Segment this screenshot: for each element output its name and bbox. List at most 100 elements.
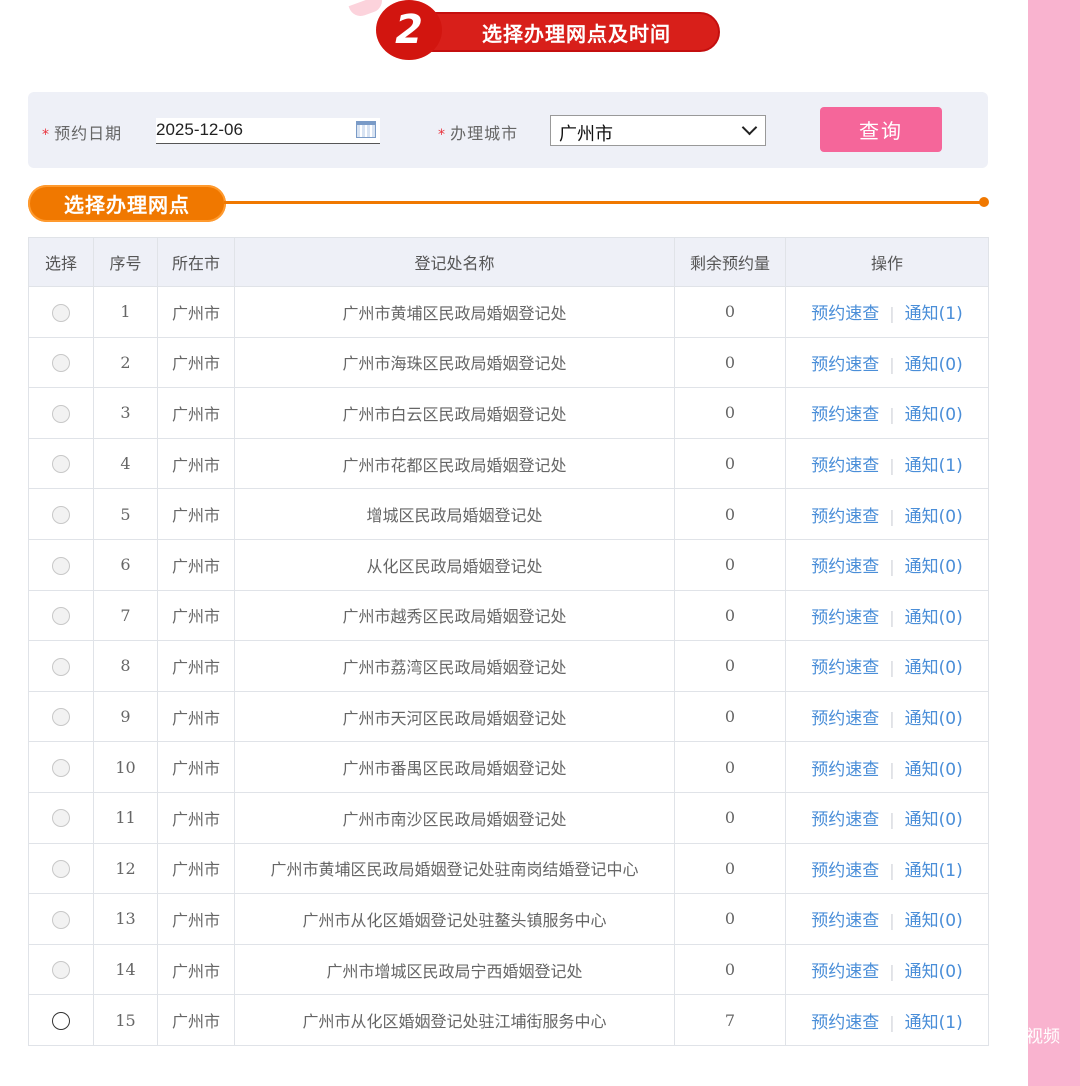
notice-link[interactable]: 通知(0) <box>905 405 963 425</box>
row-number: 3 <box>93 387 158 439</box>
quick-query-link[interactable]: 预约速查 <box>811 507 879 527</box>
row-office-name: 广州市南沙区民政局婚姻登记处 <box>234 791 675 844</box>
action-separator: | <box>889 911 895 931</box>
row-radio[interactable] <box>52 505 70 524</box>
row-number: 11 <box>93 791 158 844</box>
row-radio[interactable] <box>52 556 70 575</box>
row-radio[interactable] <box>52 910 70 929</box>
row-remaining: 0 <box>674 690 786 743</box>
section-divider-dot <box>979 197 989 207</box>
notice-link[interactable]: 通知(1) <box>905 456 963 476</box>
row-radio[interactable] <box>52 961 70 980</box>
quick-query-link[interactable]: 预约速查 <box>811 304 879 324</box>
row-number: 8 <box>93 640 158 692</box>
row-select-cell[interactable] <box>28 437 94 490</box>
row-select-cell[interactable] <box>28 387 94 439</box>
date-input[interactable] <box>156 118 346 142</box>
notice-link[interactable]: 通知(0) <box>905 810 963 830</box>
notice-link[interactable]: 通知(1) <box>905 1013 963 1033</box>
row-radio[interactable] <box>52 404 70 423</box>
notice-link[interactable]: 通知(0) <box>905 962 963 982</box>
row-select-cell[interactable] <box>28 994 94 1046</box>
notice-link[interactable]: 通知(0) <box>905 355 963 375</box>
quick-query-link[interactable]: 预约速查 <box>811 810 879 830</box>
row-select-cell[interactable] <box>28 741 94 793</box>
row-city: 广州市 <box>157 589 235 642</box>
notice-link[interactable]: 通知(0) <box>905 760 963 780</box>
row-remaining: 0 <box>674 336 786 389</box>
action-separator: | <box>889 607 895 627</box>
quick-query-link[interactable]: 预约速查 <box>811 1013 879 1033</box>
row-select-cell[interactable] <box>28 336 94 389</box>
row-number: 12 <box>93 842 158 895</box>
table-row: 13 广州市 广州市从化区婚姻登记处驻鳌头镇服务中心 0 预约速查 | 通知(0) <box>28 893 989 945</box>
row-radio[interactable] <box>52 607 70 626</box>
quick-query-link[interactable]: 预约速查 <box>811 911 879 931</box>
step-title: 选择办理网点及时间 <box>482 22 671 46</box>
notice-link[interactable]: 通知(0) <box>905 507 963 527</box>
city-select[interactable]: 广州市 <box>550 115 766 146</box>
section-header: 选择办理网点 <box>28 185 226 222</box>
quick-query-link[interactable]: 预约速查 <box>811 709 879 729</box>
row-city: 广州市 <box>157 640 235 692</box>
notice-link[interactable]: 通知(0) <box>905 709 963 729</box>
quick-query-link[interactable]: 预约速查 <box>811 658 879 678</box>
row-select-cell[interactable] <box>28 488 94 540</box>
row-radio[interactable] <box>52 303 70 322</box>
table-row: 2 广州市 广州市海珠区民政局婚姻登记处 0 预约速查 | 通知(0) <box>28 336 989 389</box>
row-actions: 预约速查 | 通知(0) <box>785 791 989 844</box>
row-select-cell[interactable] <box>28 791 94 844</box>
row-radio[interactable] <box>52 708 70 727</box>
row-select-cell[interactable] <box>28 893 94 945</box>
row-number: 15 <box>93 994 158 1046</box>
section-title: 选择办理网点 <box>64 193 190 217</box>
step-number-badge: 2 <box>376 0 442 60</box>
row-remaining: 0 <box>674 488 786 540</box>
quick-query-link[interactable]: 预约速查 <box>811 557 879 577</box>
quick-query-link[interactable]: 预约速查 <box>811 355 879 375</box>
header-actions: 操作 <box>785 237 989 287</box>
row-select-cell[interactable] <box>28 943 94 996</box>
table-row: 7 广州市 广州市越秀区民政局婚姻登记处 0 预约速查 | 通知(0) <box>28 589 989 642</box>
quick-query-link[interactable]: 预约速查 <box>811 456 879 476</box>
notice-link[interactable]: 通知(0) <box>905 608 963 628</box>
chevron-down-icon <box>741 119 758 136</box>
row-radio[interactable] <box>52 860 70 879</box>
table-header-row: 选择 序号 所在市 登记处名称 剩余预约量 操作 <box>28 237 989 287</box>
notice-link[interactable]: 通知(0) <box>905 557 963 577</box>
row-select-cell[interactable] <box>28 690 94 743</box>
row-remaining: 7 <box>674 994 786 1046</box>
table-row: 9 广州市 广州市天河区民政局婚姻登记处 0 预约速查 | 通知(0) <box>28 690 989 743</box>
quick-query-link[interactable]: 预约速查 <box>811 608 879 628</box>
row-select-cell[interactable] <box>28 842 94 895</box>
row-radio[interactable] <box>52 809 70 828</box>
table-row: 6 广州市 从化区民政局婚姻登记处 0 预约速查 | 通知(0) <box>28 538 989 591</box>
quick-query-link[interactable]: 预约速查 <box>811 760 879 780</box>
date-label: * 预约日期 <box>42 120 122 144</box>
quick-query-link[interactable]: 预约速查 <box>811 962 879 982</box>
calendar-icon[interactable] <box>356 121 376 138</box>
quick-query-link[interactable]: 预约速查 <box>811 861 879 881</box>
office-table: 选择 序号 所在市 登记处名称 剩余预约量 操作 1 广州市 广州市黄埔区民政局婚姻… <box>28 237 989 1046</box>
notice-link[interactable]: 通知(0) <box>905 911 963 931</box>
row-select-cell[interactable] <box>28 538 94 591</box>
row-number: 13 <box>93 893 158 945</box>
row-office-name: 广州市花都区民政局婚姻登记处 <box>234 437 675 490</box>
notice-link[interactable]: 通知(1) <box>905 304 963 324</box>
row-city: 广州市 <box>157 437 235 490</box>
date-field[interactable] <box>156 118 380 144</box>
row-select-cell[interactable] <box>28 286 94 338</box>
quick-query-link[interactable]: 预约速查 <box>811 405 879 425</box>
row-select-cell[interactable] <box>28 640 94 692</box>
notice-link[interactable]: 通知(1) <box>905 861 963 881</box>
action-separator: | <box>889 304 895 324</box>
row-select-cell[interactable] <box>28 589 94 642</box>
row-radio[interactable] <box>52 1011 70 1030</box>
required-mark: * <box>42 127 49 143</box>
row-radio[interactable] <box>52 455 70 474</box>
notice-link[interactable]: 通知(0) <box>905 658 963 678</box>
row-radio[interactable] <box>52 657 70 676</box>
row-radio[interactable] <box>52 758 70 777</box>
query-button[interactable]: 查询 <box>820 107 942 152</box>
row-radio[interactable] <box>52 354 70 373</box>
